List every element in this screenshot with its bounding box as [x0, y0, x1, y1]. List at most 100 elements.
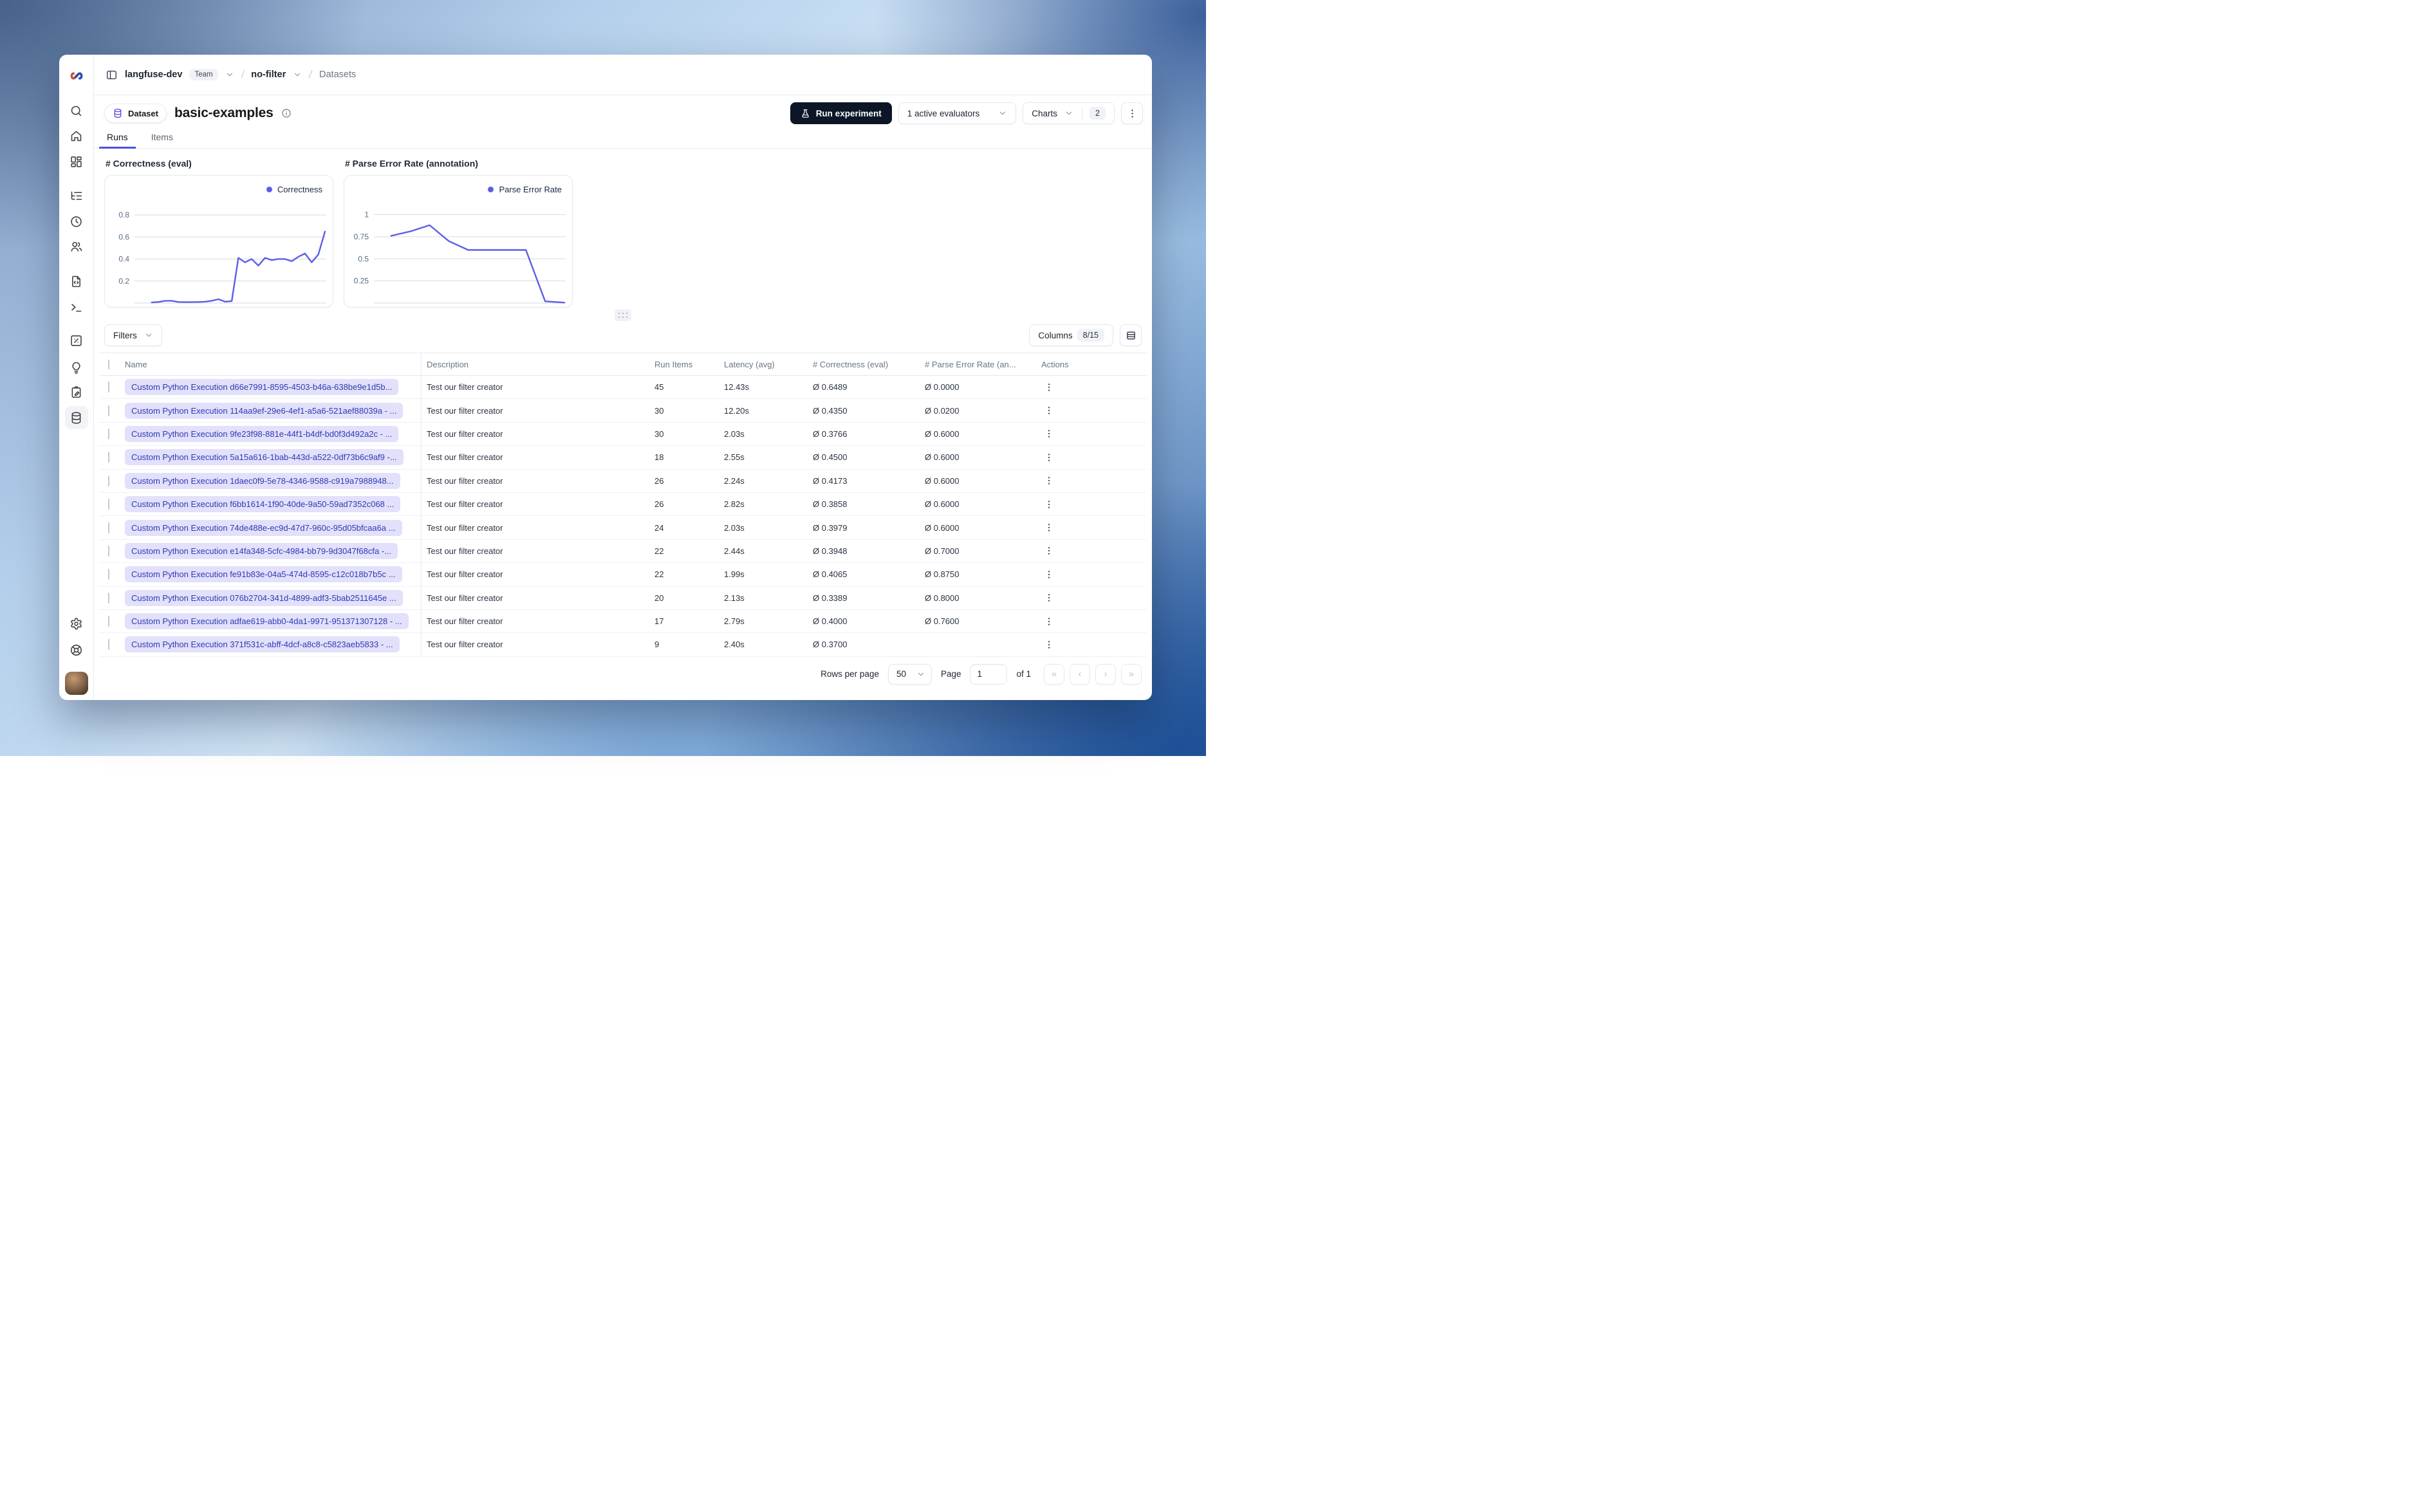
row-actions-button[interactable]	[1036, 569, 1147, 580]
charts-button[interactable]: Charts 2	[1023, 102, 1115, 124]
column-header-latency[interactable]: Latency (avg)	[719, 360, 808, 369]
table-row[interactable]: Custom Python Execution 74de488e-ec9d-47…	[99, 516, 1147, 540]
sidebar-item-users-icon[interactable]	[65, 235, 88, 258]
row-checkbox[interactable]	[108, 452, 109, 463]
tabs: Runs Items	[94, 125, 1152, 149]
run-name-link[interactable]: Custom Python Execution d66e7991-8595-45…	[125, 379, 399, 396]
row-checkbox[interactable]	[108, 405, 109, 416]
chevron-down-icon[interactable]	[225, 70, 234, 79]
tab-runs[interactable]: Runs	[99, 132, 136, 149]
row-actions-button[interactable]	[1036, 546, 1147, 556]
row-actions-button[interactable]	[1036, 429, 1147, 439]
run-name-link[interactable]: Custom Python Execution adfae619-abb0-4d…	[125, 613, 409, 630]
filters-button[interactable]: Filters	[104, 324, 162, 346]
run-name-link[interactable]: Custom Python Execution 114aa9ef-29e6-4e…	[125, 402, 404, 419]
next-page-button[interactable]: ›	[1095, 663, 1116, 685]
app-window: langfuse-dev Team / no-filter / Datasets	[59, 55, 1152, 700]
breadcrumb-env[interactable]: no-filter	[251, 69, 286, 80]
first-page-button[interactable]: «	[1044, 663, 1064, 685]
run-name-link[interactable]: Custom Python Execution 076b2704-341d-48…	[125, 589, 403, 606]
sidebar-item-life-buoy-icon[interactable]	[65, 638, 88, 661]
run-name-link[interactable]: Custom Python Execution f6bb1614-1f90-40…	[125, 496, 401, 513]
sidebar-item-file-code-icon[interactable]	[65, 270, 88, 293]
row-actions-button[interactable]	[1036, 522, 1147, 533]
column-header-name[interactable]: Name	[120, 353, 422, 375]
row-checkbox[interactable]	[108, 382, 109, 393]
info-icon[interactable]	[281, 108, 292, 118]
sidebar-item-database-icon[interactable]	[64, 406, 88, 429]
table-row[interactable]: Custom Python Execution 114aa9ef-29e6-4e…	[99, 399, 1147, 423]
row-checkbox[interactable]	[108, 475, 109, 486]
sidebar-item-dashboard-icon[interactable]	[65, 150, 88, 173]
column-header-parse-error-rate[interactable]: # Parse Error Rate (an...	[920, 360, 1036, 369]
sidebar-item-terminal-icon[interactable]	[65, 295, 88, 318]
breadcrumb-page[interactable]: Datasets	[319, 69, 356, 80]
run-latency: 2.03s	[724, 522, 745, 533]
sidebar-item-search-icon[interactable]	[65, 99, 88, 122]
svg-text:0.75: 0.75	[354, 232, 369, 241]
row-actions-button[interactable]	[1036, 475, 1147, 486]
row-checkbox[interactable]	[108, 545, 109, 557]
table-row[interactable]: Custom Python Execution adfae619-abb0-4d…	[99, 609, 1147, 634]
run-experiment-button[interactable]: Run experiment	[790, 102, 892, 124]
tab-items[interactable]: Items	[149, 132, 176, 148]
table-row[interactable]: Custom Python Execution fe91b83e-04a5-47…	[99, 563, 1147, 587]
columns-button[interactable]: Columns 8/15	[1029, 324, 1113, 346]
row-checkbox[interactable]	[108, 616, 109, 627]
table-row[interactable]: Custom Python Execution 1daec0f9-5e78-43…	[99, 469, 1147, 493]
sidebar-toggle-icon[interactable]	[106, 69, 118, 81]
run-name-link[interactable]: Custom Python Execution 5a15a616-1bab-44…	[125, 449, 404, 466]
run-name-link[interactable]: Custom Python Execution fe91b83e-04a5-47…	[125, 566, 402, 583]
row-actions-button[interactable]	[1036, 405, 1147, 416]
run-name-link[interactable]: Custom Python Execution 74de488e-ec9d-47…	[125, 519, 402, 536]
sidebar-item-clipboard-pen-icon[interactable]	[65, 380, 88, 403]
row-checkbox[interactable]	[108, 499, 109, 510]
drag-handle-icon[interactable]	[615, 309, 631, 321]
table-row[interactable]: Custom Python Execution 9fe23f98-881e-44…	[99, 422, 1147, 447]
run-name-link[interactable]: Custom Python Execution 9fe23f98-881e-44…	[125, 425, 399, 442]
run-name-link[interactable]: Custom Python Execution e14fa348-5cfc-49…	[125, 542, 398, 559]
table-row[interactable]: Custom Python Execution e14fa348-5cfc-49…	[99, 539, 1147, 564]
more-actions-button[interactable]	[1121, 102, 1143, 124]
row-actions-button[interactable]	[1036, 616, 1147, 627]
row-checkbox[interactable]	[108, 592, 109, 604]
row-checkbox[interactable]	[108, 428, 109, 439]
active-evaluators-button[interactable]: 1 active evaluators	[898, 102, 1017, 124]
row-actions-button[interactable]	[1036, 452, 1147, 463]
column-header-correctness[interactable]: # Correctness (eval)	[808, 360, 920, 369]
table-row[interactable]: Custom Python Execution 371f531c-abff-4d…	[99, 633, 1147, 657]
sidebar-item-percent-square-icon[interactable]	[65, 329, 88, 352]
run-name-link[interactable]: Custom Python Execution 371f531c-abff-4d…	[125, 636, 400, 653]
table-row[interactable]: Custom Python Execution 076b2704-341d-48…	[99, 586, 1147, 610]
row-checkbox[interactable]	[108, 569, 109, 580]
sidebar-item-list-tree-icon[interactable]	[65, 184, 88, 207]
column-header-description[interactable]: Description	[422, 360, 649, 369]
column-header-run-items[interactable]: Run Items	[649, 360, 719, 369]
row-actions-button[interactable]	[1036, 382, 1147, 392]
run-description: Test our filter creator	[427, 405, 503, 416]
row-checkbox[interactable]	[108, 522, 109, 533]
table-row[interactable]: Custom Python Execution f6bb1614-1f90-40…	[99, 492, 1147, 517]
breadcrumb-project[interactable]: langfuse-dev	[125, 69, 182, 80]
chevron-down-icon[interactable]	[293, 70, 302, 79]
sidebar-item-lightbulb-icon[interactable]	[65, 356, 88, 379]
row-actions-button[interactable]	[1036, 593, 1147, 603]
chevron-down-icon	[998, 109, 1007, 118]
table-row[interactable]: Custom Python Execution 5a15a616-1bab-44…	[99, 446, 1147, 470]
user-avatar[interactable]	[64, 672, 88, 695]
run-correctness-avg: Ø 0.4173	[813, 475, 848, 486]
last-page-button[interactable]: »	[1121, 663, 1142, 685]
sidebar-item-gear-icon[interactable]	[65, 612, 88, 635]
sidebar-item-home-icon[interactable]	[65, 124, 88, 147]
row-checkbox[interactable]	[108, 639, 109, 650]
previous-page-button[interactable]: ‹	[1070, 663, 1090, 685]
sidebar-item-clock-icon[interactable]	[65, 210, 88, 233]
row-height-button[interactable]	[1120, 324, 1142, 346]
run-name-link[interactable]: Custom Python Execution 1daec0f9-5e78-43…	[125, 472, 400, 489]
page-number-input[interactable]	[970, 663, 1008, 685]
table-row[interactable]: Custom Python Execution d66e7991-8595-45…	[99, 376, 1147, 400]
rows-per-page-select[interactable]: 50	[887, 663, 932, 685]
row-actions-button[interactable]	[1036, 499, 1147, 510]
row-actions-button[interactable]	[1036, 640, 1147, 650]
select-all-checkbox[interactable]	[108, 359, 109, 369]
